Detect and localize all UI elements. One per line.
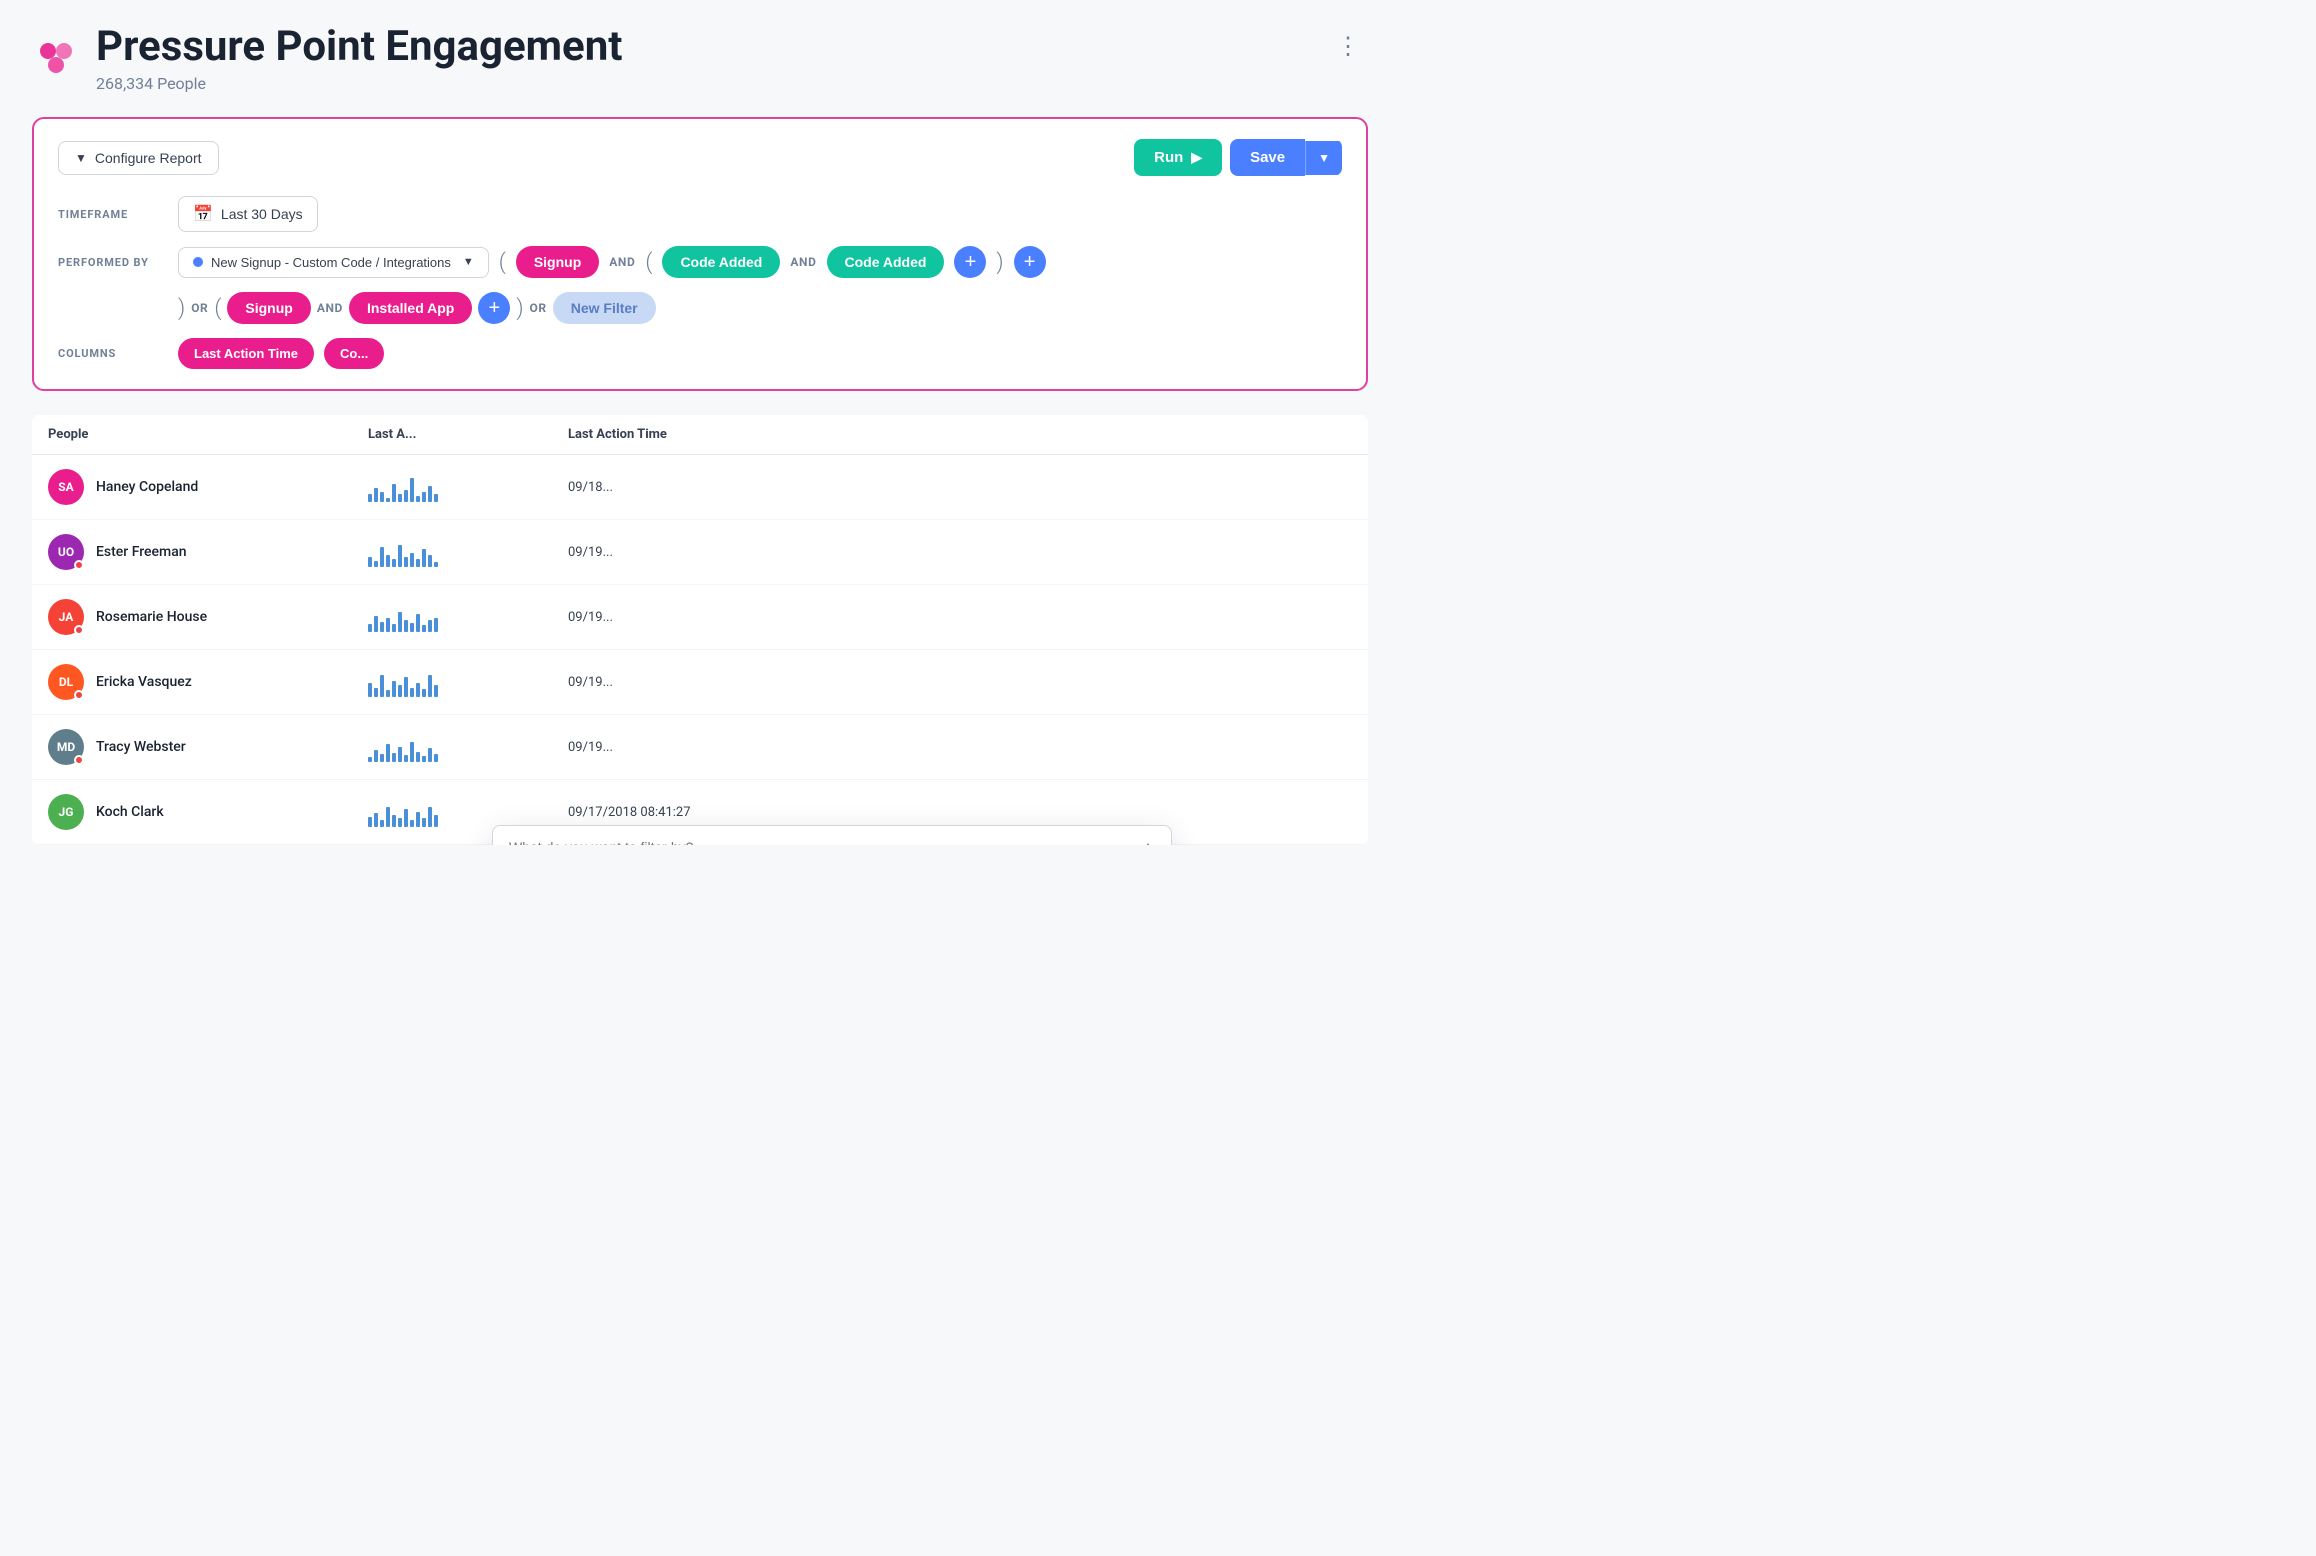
date-cell: 09/18... <box>568 480 788 495</box>
and-label-2: AND <box>790 255 816 269</box>
person-name: Haney Copeland <box>96 479 198 495</box>
filter-search-input[interactable] <box>509 839 1141 846</box>
date-cell: 09/19... <box>568 740 788 755</box>
installed-app-chip[interactable]: Installed App <box>349 292 472 324</box>
code-added-chip-2[interactable]: Code Added <box>827 246 945 278</box>
signup-chip-1[interactable]: Signup <box>516 246 599 278</box>
table-row[interactable]: JA Rosemarie House 09/19... <box>32 585 1368 650</box>
more-options-button[interactable]: ⋮ <box>1328 24 1368 69</box>
configure-panel: ▼ Configure Report Run ▶ Save ▼ TIMEFRAM… <box>32 117 1368 391</box>
avatar: UO <box>48 534 84 570</box>
configure-chevron-icon: ▼ <box>75 151 87 165</box>
activity-cell <box>368 537 568 567</box>
dropdown-arrow-icon: ▼ <box>463 256 474 268</box>
col-header-last-action: Last Action Time <box>568 427 788 442</box>
table-row[interactable]: DL Ericka Vasquez 09/19... <box>32 650 1368 715</box>
play-icon: ▶ <box>1191 149 1202 166</box>
activity-cell <box>368 472 568 502</box>
code-added-chip-1[interactable]: Code Added <box>662 246 780 278</box>
table-row[interactable]: SA Haney Copeland 09/18... <box>32 455 1368 520</box>
save-button[interactable]: Save <box>1230 139 1305 176</box>
save-dropdown-button[interactable]: ▼ <box>1305 141 1342 175</box>
add-filter-button-1[interactable]: + <box>954 246 986 278</box>
people-table: People Last A... Last Action Time SA Han… <box>32 415 1368 845</box>
activity-cell <box>368 602 568 632</box>
page-subtitle: 268,334 People <box>96 74 622 93</box>
add-filter-button-3[interactable]: + <box>478 292 510 324</box>
timeframe-button[interactable]: 📅 Last 30 Days <box>178 196 318 232</box>
date-cell: 09/19... <box>568 545 788 560</box>
configure-report-button[interactable]: ▼ Configure Report <box>58 141 219 175</box>
avatar: MD <box>48 729 84 765</box>
date-cell: 09/17/2018 08:41:27 <box>568 805 788 820</box>
run-button[interactable]: Run ▶ <box>1134 139 1222 176</box>
save-button-group: Save ▼ <box>1230 139 1342 176</box>
and-label-3: AND <box>317 301 343 315</box>
person-name: Koch Clark <box>96 804 164 820</box>
timeframe-label: TIMEFRAME <box>58 208 168 221</box>
person-name: Ericka Vasquez <box>96 674 192 690</box>
date-cell: 09/19... <box>568 675 788 690</box>
performed-by-label: PERFORMED BY <box>58 256 168 269</box>
table-row[interactable]: UO Ester Freeman 09/19... <box>32 520 1368 585</box>
table-row[interactable]: MD Tracy Webster 09/19... <box>32 715 1368 780</box>
column-chip-last-action[interactable]: Last Action Time <box>178 338 314 369</box>
avatar: DL <box>48 664 84 700</box>
app-logo-icon <box>32 35 80 83</box>
col-header-activity: Last A... <box>368 427 568 442</box>
activity-cell <box>368 667 568 697</box>
person-name: Ester Freeman <box>96 544 187 560</box>
signup-chip-2[interactable]: Signup <box>227 292 310 324</box>
filter-dropdown: ▲ Email dropped ACTION <box>492 825 1172 845</box>
and-label-1: AND <box>609 255 635 269</box>
date-cell: 09/19... <box>568 610 788 625</box>
calendar-icon: 📅 <box>193 204 213 224</box>
avatar: SA <box>48 469 84 505</box>
person-name: Tracy Webster <box>96 739 186 755</box>
col-header-people: People <box>48 427 368 442</box>
avatar: JA <box>48 599 84 635</box>
new-filter-chip[interactable]: New Filter <box>553 292 656 324</box>
or-label-1: OR <box>191 301 208 315</box>
column-chip-2[interactable]: Co... <box>324 338 384 369</box>
activity-cell <box>368 797 568 827</box>
page-title: Pressure Point Engagement <box>96 24 622 70</box>
dropdown-close-icon[interactable]: ▲ <box>1141 838 1155 845</box>
add-filter-button-2[interactable]: + <box>1014 246 1046 278</box>
person-name: Rosemarie House <box>96 609 207 625</box>
performed-dot-icon <box>193 257 203 267</box>
activity-cell <box>368 732 568 762</box>
avatar: JG <box>48 794 84 830</box>
performed-by-select[interactable]: New Signup - Custom Code / Integrations … <box>178 247 489 278</box>
or-label-2: OR <box>530 301 547 315</box>
columns-label: COLUMNS <box>58 347 168 360</box>
